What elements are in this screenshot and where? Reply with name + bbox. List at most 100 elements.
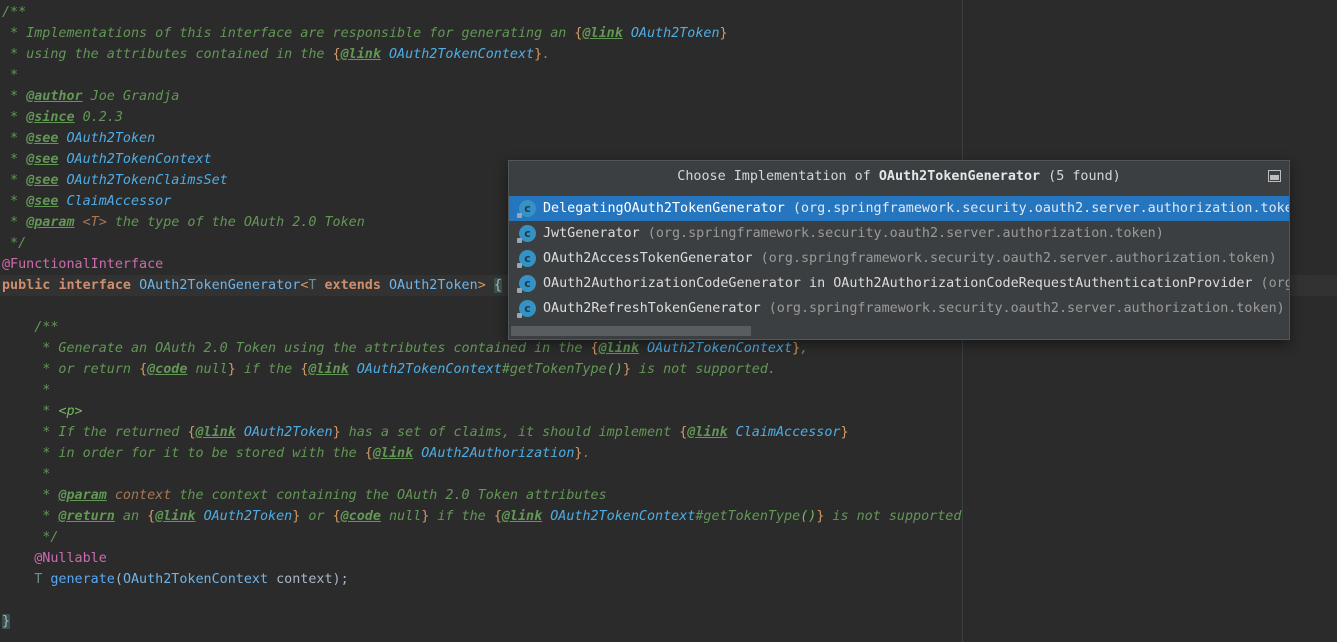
code-token: , bbox=[800, 341, 809, 356]
code-token: * bbox=[2, 89, 27, 104]
code-token: OAuth2TokenContext bbox=[356, 362, 502, 377]
code-token: @link bbox=[687, 425, 728, 440]
code-token: () bbox=[800, 509, 817, 524]
code-token: 0.2.3 bbox=[74, 110, 123, 125]
code-token: */ bbox=[2, 530, 59, 545]
code-token: } bbox=[227, 362, 236, 377]
code-line[interactable]: * in order for it to be stored with the … bbox=[2, 443, 590, 464]
implementation-package: (org.springframework.security.oauth2.ser… bbox=[639, 226, 1164, 241]
code-token: an bbox=[114, 509, 148, 524]
implementation-name: DelegatingOAuth2TokenGenerator bbox=[543, 201, 785, 216]
code-token: } bbox=[792, 341, 801, 356]
code-line[interactable]: * @param <T> the type of the OAuth 2.0 T… bbox=[2, 212, 365, 233]
code-token: @link bbox=[195, 425, 236, 440]
code-token: } bbox=[332, 425, 341, 440]
code-line[interactable]: /** bbox=[2, 317, 58, 338]
code-line[interactable]: * using the attributes contained in the … bbox=[2, 44, 550, 65]
code-token: @link bbox=[598, 341, 639, 356]
code-line[interactable]: * <p> bbox=[2, 401, 82, 422]
implementation-item[interactable]: c JwtGenerator (org.springframework.secur… bbox=[509, 221, 1289, 246]
code-token: ( bbox=[114, 572, 123, 587]
code-line[interactable]: */ bbox=[2, 233, 26, 254]
code-token: * or return bbox=[2, 362, 140, 377]
code-token: generate bbox=[50, 572, 115, 587]
code-token: OAuth2Token bbox=[243, 425, 333, 440]
implementation-context: in OAuth2AuthorizationCodeRequestAuthent… bbox=[800, 276, 1253, 291]
code-line[interactable]: * If the returned {@link OAuth2Token} ha… bbox=[2, 422, 848, 443]
code-line[interactable]: * @see OAuth2TokenContext bbox=[2, 149, 212, 170]
code-token: OAuth2TokenContext bbox=[550, 509, 696, 524]
implementation-package: (org.springframework.security.oauth2.ser… bbox=[752, 251, 1277, 266]
code-token: > bbox=[477, 278, 494, 293]
code-token: OAuth2TokenGenerator bbox=[139, 278, 301, 293]
implementation-item[interactable]: c OAuth2RefreshTokenGenerator (org.spring… bbox=[509, 296, 1289, 321]
code-token: @code bbox=[340, 509, 381, 524]
code-line[interactable]: * Generate an OAuth 2.0 Token using the … bbox=[2, 338, 808, 359]
code-token: . bbox=[542, 47, 551, 62]
code-token: OAuth2Token bbox=[389, 278, 478, 293]
code-token: * Implementations of this interface are … bbox=[2, 26, 575, 41]
code-line[interactable]: * @param context the context containing … bbox=[2, 485, 606, 506]
implementation-list[interactable]: c DelegatingOAuth2TokenGenerator (org.spr… bbox=[509, 196, 1289, 321]
code-line[interactable]: } bbox=[2, 611, 11, 632]
code-line[interactable]: public interface OAuth2TokenGenerator<T … bbox=[2, 275, 502, 296]
code-token: @Nullable bbox=[2, 551, 107, 566]
code-line[interactable]: * @author Joe Grandja bbox=[2, 86, 179, 107]
popup-title-interface: OAuth2TokenGenerator bbox=[878, 169, 1041, 184]
code-token: #getTokenType bbox=[501, 362, 607, 377]
code-token: /** bbox=[2, 320, 59, 335]
code-line[interactable]: * bbox=[2, 65, 18, 86]
popup-title-prefix: Choose Implementation of bbox=[677, 169, 879, 184]
code-line[interactable]: * @since 0.2.3 bbox=[2, 107, 123, 128]
restore-icon[interactable] bbox=[1268, 170, 1281, 182]
code-token: OAuth2Token bbox=[66, 131, 156, 146]
code-token: } bbox=[719, 26, 728, 41]
code-token: or bbox=[300, 509, 333, 524]
code-line[interactable]: * Implementations of this interface are … bbox=[2, 23, 728, 44]
code-token: extends bbox=[324, 278, 381, 293]
code-line[interactable]: @Nullable bbox=[2, 548, 107, 569]
code-token: null bbox=[380, 509, 422, 524]
code-token: * bbox=[2, 152, 27, 167]
code-token: * If the returned bbox=[2, 425, 188, 440]
code-line[interactable]: * @see OAuth2Token bbox=[2, 128, 155, 149]
code-token: * bbox=[2, 173, 27, 188]
implementation-name: OAuth2AccessTokenGenerator bbox=[543, 251, 753, 266]
horizontal-scrollbar[interactable] bbox=[511, 326, 1285, 336]
code-token: { bbox=[493, 509, 502, 524]
code-token: context); bbox=[268, 572, 349, 587]
code-token: { bbox=[187, 425, 196, 440]
code-line[interactable]: * @see OAuth2TokenClaimsSet bbox=[2, 170, 228, 191]
choose-implementation-popup[interactable]: Choose Implementation of OAuth2TokenGene… bbox=[508, 160, 1290, 340]
implementation-item[interactable]: c OAuth2AccessTokenGenerator (org.springf… bbox=[509, 246, 1289, 271]
code-token: } bbox=[622, 362, 631, 377]
implementation-name: OAuth2RefreshTokenGenerator bbox=[543, 301, 761, 316]
code-token: { bbox=[332, 47, 341, 62]
code-token: interface bbox=[58, 278, 131, 293]
code-line[interactable]: */ bbox=[2, 527, 58, 548]
implementation-item[interactable]: c DelegatingOAuth2TokenGenerator (org.spr… bbox=[509, 196, 1289, 221]
implementation-package: (org.springframework.security.oauth2.ser… bbox=[784, 201, 1290, 216]
code-line[interactable]: T generate(OAuth2TokenContext context); bbox=[2, 569, 349, 590]
code-line[interactable]: * bbox=[2, 380, 50, 401]
code-line[interactable]: * bbox=[2, 464, 50, 485]
implementation-item[interactable]: c OAuth2AuthorizationCodeGenerator in OAu… bbox=[509, 271, 1289, 296]
code-line[interactable]: /** bbox=[2, 2, 26, 23]
scrollbar-thumb[interactable] bbox=[511, 326, 751, 336]
code-line[interactable]: * @see ClaimAccessor bbox=[2, 191, 171, 212]
code-token: @author bbox=[26, 89, 83, 104]
code-line[interactable]: * @return an {@link OAuth2Token} or {@co… bbox=[2, 506, 961, 527]
code-line[interactable]: * or return {@code null} if the {@link O… bbox=[2, 359, 776, 380]
code-token: the type of the OAuth 2.0 Token bbox=[106, 215, 365, 230]
code-token: { bbox=[364, 446, 373, 461]
code-line[interactable]: @FunctionalInterface bbox=[2, 254, 163, 275]
code-token: context bbox=[114, 488, 172, 503]
